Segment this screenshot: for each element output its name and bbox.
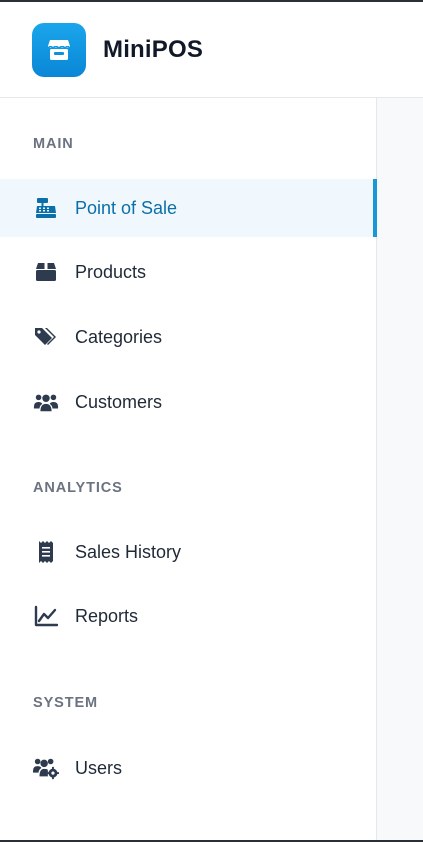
sidebar-item-label: Point of Sale bbox=[75, 197, 178, 218]
app-header: MiniPOS bbox=[0, 0, 423, 98]
sidebar-item-customers[interactable]: Customers bbox=[0, 373, 377, 431]
sidebar-item-categories[interactable]: Categories bbox=[0, 308, 377, 366]
main-content bbox=[378, 98, 423, 840]
sidebar: MAIN Point of Sale Products Categories C… bbox=[0, 98, 377, 840]
sidebar-item-label: Products bbox=[75, 261, 147, 282]
users-cog-icon bbox=[33, 755, 59, 781]
sidebar-item-users[interactable]: Users bbox=[0, 739, 377, 797]
tags-icon bbox=[33, 324, 59, 350]
sidebar-item-sales-history[interactable]: Sales History bbox=[0, 523, 377, 581]
sidebar-item-label: Users bbox=[75, 757, 123, 778]
cash-register-icon bbox=[33, 195, 59, 221]
line-chart-icon bbox=[33, 603, 59, 629]
sidebar-item-label: Customers bbox=[75, 391, 163, 412]
receipt-icon bbox=[33, 539, 59, 565]
section-label-main: MAIN bbox=[33, 136, 74, 152]
box-icon bbox=[33, 259, 59, 285]
app-title: MiniPOS bbox=[103, 35, 204, 63]
sidebar-item-reports[interactable]: Reports bbox=[0, 587, 377, 645]
sidebar-item-products[interactable]: Products bbox=[0, 243, 377, 301]
sidebar-item-point-of-sale[interactable]: Point of Sale bbox=[0, 179, 377, 237]
sidebar-item-label: Reports bbox=[75, 605, 139, 626]
users-icon bbox=[33, 389, 59, 415]
sidebar-item-label: Categories bbox=[75, 326, 163, 347]
store-icon[interactable] bbox=[32, 22, 86, 77]
section-label-analytics: ANALYTICS bbox=[33, 480, 123, 496]
sidebar-item-label: Sales History bbox=[75, 541, 182, 562]
section-label-system: SYSTEM bbox=[33, 695, 99, 711]
